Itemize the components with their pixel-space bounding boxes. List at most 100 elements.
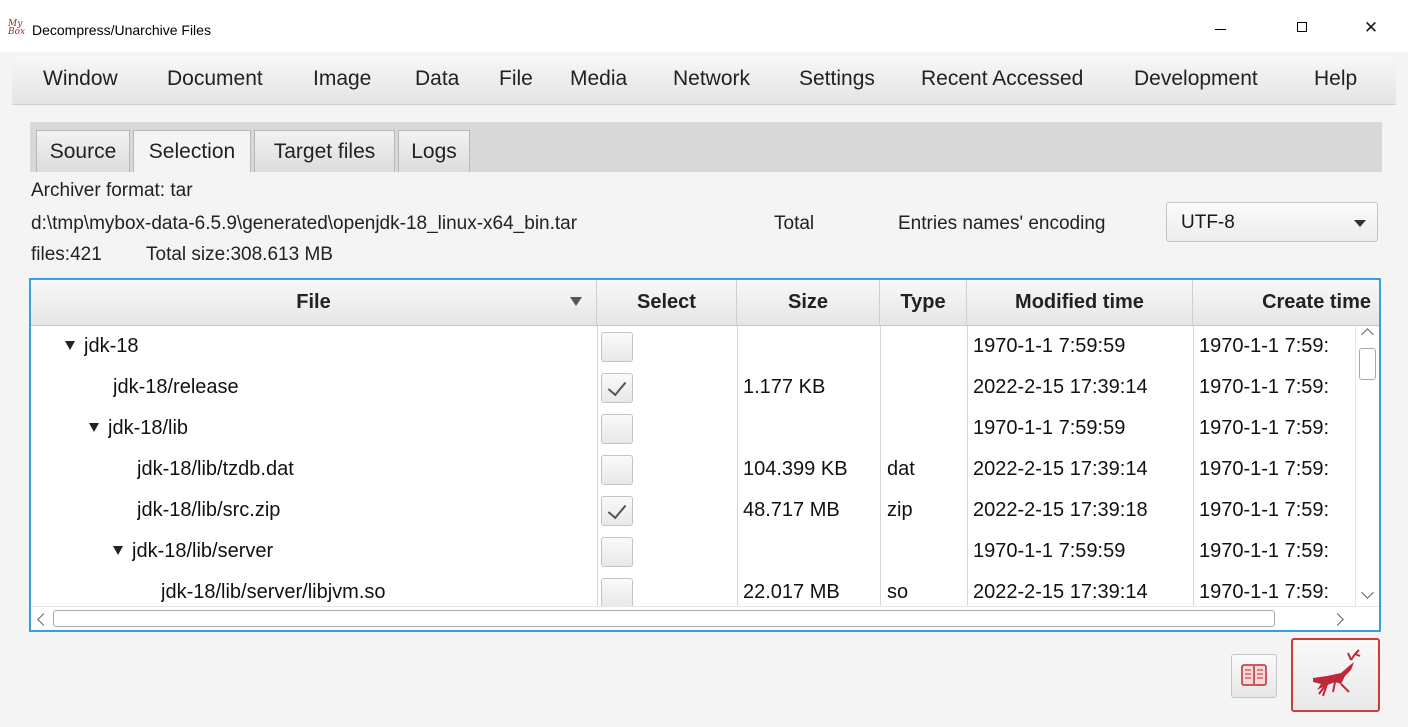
table-header: File Select Size Type Modified time Crea… [31,280,1379,326]
cell-file: jdk-18/lib/server/libjvm.so [161,581,386,603]
cell-file: jdk-18/lib/server [132,540,274,562]
disclosure-expanded-icon[interactable] [65,341,75,350]
menu-image[interactable]: Image [313,67,371,91]
tab-target-files[interactable]: Target files [254,130,395,172]
logo-text-bottom: Box [8,27,26,37]
encoding-label: Entries names' encoding [898,213,1106,234]
menu-window[interactable]: Window [43,67,118,91]
total-files: files:421 [31,244,102,265]
menu-document[interactable]: Document [167,67,263,91]
cell-modified-time: 2022-2-15 17:39:14 [973,458,1148,480]
cell-create-time: 1970-1-1 7:59: [1199,458,1330,480]
header-file[interactable]: File [31,280,597,325]
disclosure-expanded-icon[interactable] [113,546,123,555]
table-row[interactable]: jdk-18/lib 1970-1-1 7:59:59 1970-1-1 7:5… [31,408,1355,449]
cell-file: jdk-18/release [113,376,239,398]
cell-create-time: 1970-1-1 7:59: [1199,499,1330,521]
cell-size [743,326,877,367]
scroll-right-icon[interactable] [1331,613,1344,626]
maximize-icon[interactable] [1293,18,1313,38]
encoding-value: UTF-8 [1181,212,1235,233]
menu-help[interactable]: Help [1314,67,1357,91]
total-size: Total size:308.613 MB [146,244,333,265]
tab-source[interactable]: Source [36,130,130,172]
close-icon[interactable]: ✕ [1361,18,1381,38]
select-checkbox[interactable] [601,332,633,362]
menu-recent-accessed[interactable]: Recent Accessed [921,67,1083,91]
book-icon [1241,664,1267,686]
cell-size: 48.717 MB [743,499,840,521]
table-row[interactable]: jdk-18/lib/src.zip 48.717 MB zip 2022-2-… [31,490,1355,531]
menu-development[interactable]: Development [1134,67,1258,91]
cell-create-time: 1970-1-1 7:59: [1199,335,1330,357]
cell-size [743,531,877,572]
cell-type [887,367,965,408]
header-size[interactable]: Size [737,280,880,325]
minimize-icon[interactable] [1211,18,1231,38]
cell-file: jdk-18 [84,335,139,357]
vertical-scroll-thumb[interactable] [1359,348,1376,380]
select-checkbox[interactable] [601,414,633,444]
menu-file[interactable]: File [499,67,533,91]
disclosure-expanded-icon[interactable] [89,423,99,432]
select-checkbox-checked[interactable] [601,496,633,526]
vertical-scrollbar[interactable] [1355,326,1379,606]
select-checkbox[interactable] [601,455,633,485]
cell-create-time: 1970-1-1 7:59: [1199,581,1330,603]
header-select[interactable]: Select [597,280,737,325]
table-row[interactable]: jdk-18/lib/tzdb.dat 104.399 KB dat 2022-… [31,449,1355,490]
cell-type [887,326,965,367]
header-modified-time[interactable]: Modified time [967,280,1193,325]
cell-type [887,531,965,572]
app-logo-icon: My Box [8,20,30,37]
table-row[interactable]: jdk-18/lib/server 1970-1-1 7:59:59 1970-… [31,531,1355,572]
menu-data[interactable]: Data [415,67,459,91]
cell-modified-time: 1970-1-1 7:59:59 [973,417,1126,439]
cell-modified-time: 1970-1-1 7:59:59 [973,335,1126,357]
menu-bar: Window Document Image Data File Media Ne… [12,56,1396,105]
sort-descending-icon [570,297,582,306]
tab-bar: Source Selection Target files Logs [30,122,1382,172]
cell-file: jdk-18/lib/tzdb.dat [137,458,294,480]
cell-create-time: 1970-1-1 7:59: [1199,417,1330,439]
select-checkbox[interactable] [601,537,633,567]
scroll-down-icon[interactable] [1361,586,1374,599]
scroll-left-icon[interactable] [37,613,50,626]
window-title: Decompress/Unarchive Files [32,22,211,38]
cell-create-time: 1970-1-1 7:59: [1199,540,1330,562]
encoding-select[interactable]: UTF-8 [1166,202,1378,242]
cell-modified-time: 1970-1-1 7:59:59 [973,540,1126,562]
cell-size [743,408,877,449]
table-row[interactable]: jdk-18 1970-1-1 7:59:59 1970-1-1 7:59: [31,326,1355,367]
table-row[interactable]: jdk-18/lib/server/libjvm.so 22.017 MB so… [31,572,1355,606]
help-button[interactable] [1231,654,1277,698]
cell-modified-time: 2022-2-15 17:39:18 [973,499,1148,521]
horizontal-scrollbar[interactable] [31,606,1379,630]
cell-size: 1.177 KB [743,376,826,398]
header-type[interactable]: Type [880,280,967,325]
menu-network[interactable]: Network [673,67,750,91]
table-row[interactable]: jdk-18/release 1.177 KB 2022-2-15 17:39:… [31,367,1355,408]
table-body: jdk-18 1970-1-1 7:59:59 1970-1-1 7:59: j… [31,326,1355,606]
archiver-format-label: Archiver format: tar [31,180,193,201]
cell-type [887,408,965,449]
cell-type: so [887,581,909,603]
header-create-time[interactable]: Create time [1193,280,1379,325]
tab-logs[interactable]: Logs [398,130,470,172]
title-bar: My Box Decompress/Unarchive Files ✕ [0,0,1408,52]
select-checkbox-checked[interactable] [601,373,633,403]
file-tree-table[interactable]: File Select Size Type Modified time Crea… [29,278,1381,632]
horizontal-scroll-thumb[interactable] [53,610,1275,627]
total-label: Total [774,213,815,234]
cell-type: dat [887,458,915,480]
tab-selection[interactable]: Selection [133,130,251,172]
cell-create-time: 1970-1-1 7:59: [1199,376,1330,398]
start-button[interactable] [1291,638,1380,712]
cell-size: 22.017 MB [743,581,840,603]
select-checkbox[interactable] [601,578,633,606]
archive-path: d:\tmp\mybox-data-6.5.9\generated\openjd… [31,213,578,234]
scroll-up-icon[interactable] [1361,328,1374,341]
cell-file: jdk-18/lib/src.zip [137,499,281,521]
menu-media[interactable]: Media [570,67,627,91]
menu-settings[interactable]: Settings [799,67,875,91]
